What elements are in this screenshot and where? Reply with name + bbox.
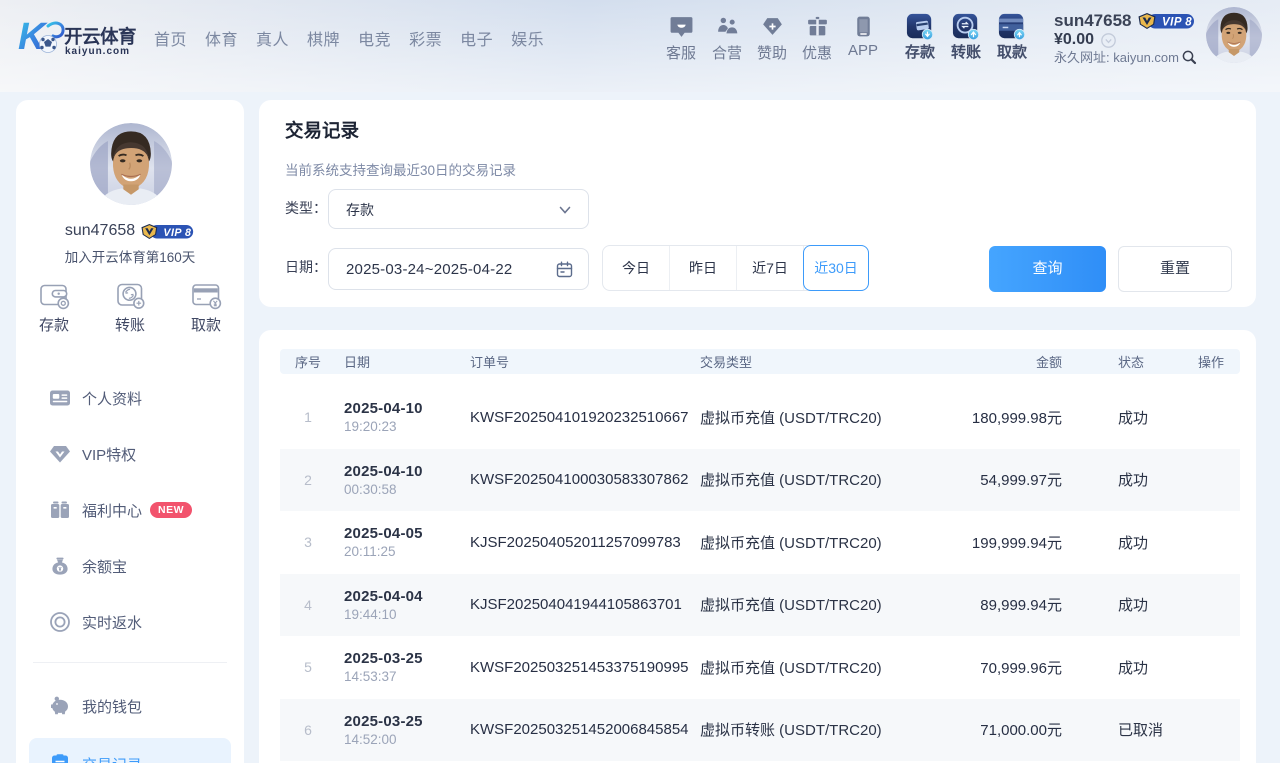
svg-text:VIP 8: VIP 8 xyxy=(1162,16,1192,28)
svg-text:开云体育: 开云体育 xyxy=(64,26,136,47)
svg-text:kaiyun.com: kaiyun.com xyxy=(65,46,130,57)
svg-text:VIP 8: VIP 8 xyxy=(163,226,191,238)
